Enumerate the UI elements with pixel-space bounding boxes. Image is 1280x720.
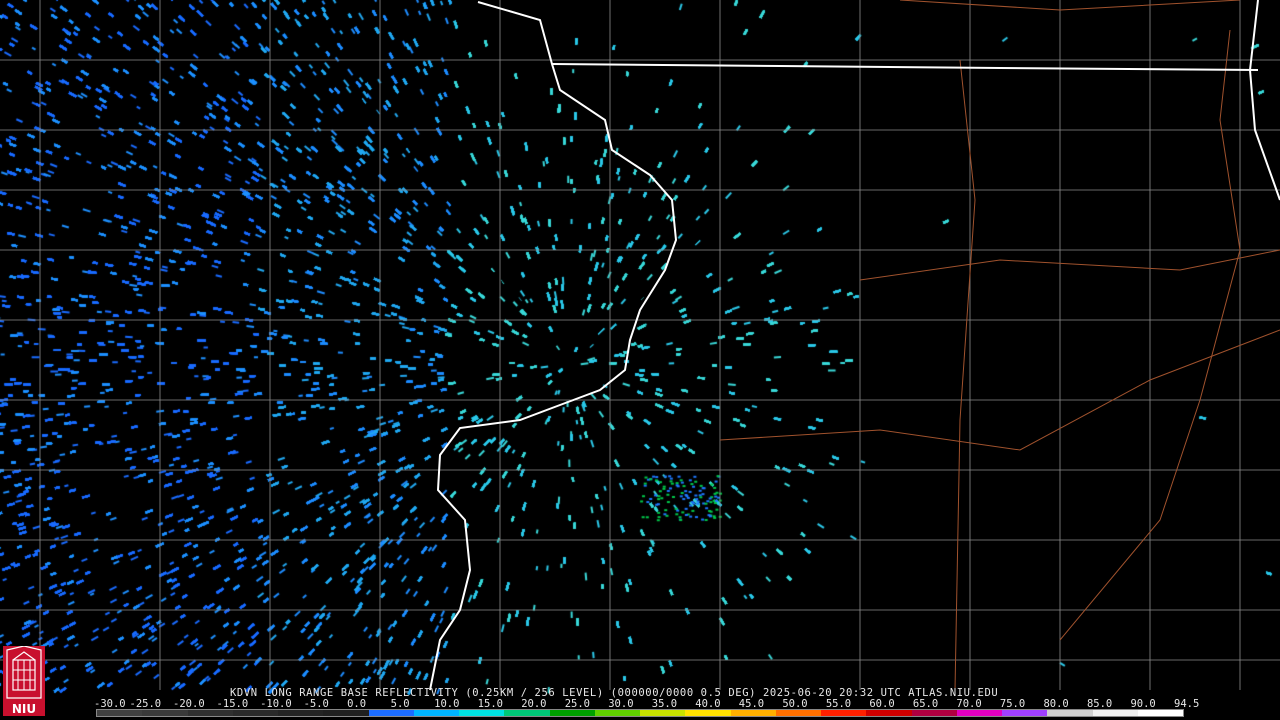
colorbar-segment	[413, 710, 459, 716]
colorbar-segment	[821, 710, 867, 716]
colorbar-segment	[685, 710, 731, 716]
map-overlay	[0, 0, 1280, 691]
colorbar-segment	[187, 710, 233, 716]
colorbar-segment	[1047, 710, 1093, 716]
state-borders	[429, 0, 1280, 691]
colorbar-segment	[866, 710, 912, 716]
county-borders	[0, 0, 1280, 690]
colorbar-segment	[1092, 710, 1138, 716]
colorbar-segment	[232, 710, 278, 716]
colorbar-segment	[504, 710, 550, 716]
colorbar-segment	[775, 710, 821, 716]
colorbar-segment	[730, 710, 776, 716]
state-border	[551, 63, 1259, 71]
colorbar-segment	[1002, 710, 1048, 716]
highway	[954, 59, 976, 691]
colorbar-segment	[956, 710, 1002, 716]
highway	[719, 329, 1280, 451]
colorbar-segment	[459, 710, 505, 716]
colorbar-segment	[549, 710, 595, 716]
niu-logo-text: NIU	[11, 702, 37, 716]
highway	[899, 0, 1241, 11]
state-border	[1248, 0, 1280, 201]
colorbar-segment	[278, 710, 324, 716]
colorbar-segment	[1137, 710, 1183, 716]
state-border-river	[429, 1, 678, 691]
colorbar-segment	[368, 710, 414, 716]
highway	[859, 249, 1280, 281]
colorbar-segment	[323, 710, 369, 716]
colorbar-segment	[640, 710, 686, 716]
colorbar-segment	[97, 710, 143, 716]
colorbar-segment	[142, 710, 188, 716]
colorbar-segment	[594, 710, 640, 716]
reflectivity-colorbar	[96, 709, 1184, 717]
colorbar-segment	[911, 710, 957, 716]
highways	[719, 0, 1280, 691]
